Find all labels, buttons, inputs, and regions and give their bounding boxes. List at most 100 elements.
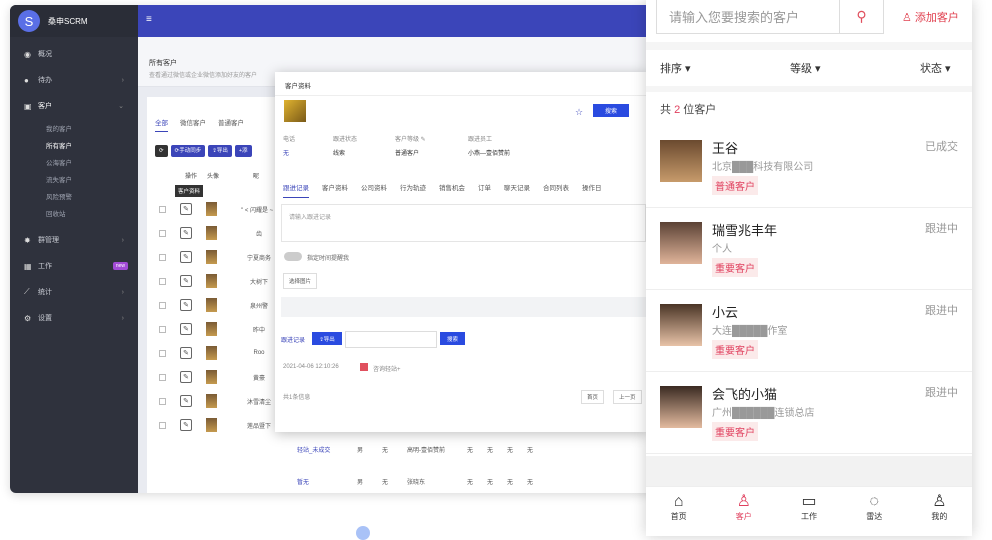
tab-customers[interactable]: ♙ 客户 [711, 487, 776, 536]
prev-page-button[interactable]: 上一页 [613, 390, 642, 404]
nav-work[interactable]: ▦ 工作 new [10, 253, 138, 279]
sync-button[interactable]: ⟳手动同步 [170, 145, 206, 157]
edit-icon[interactable]: ✎ [180, 347, 192, 359]
edit-icon[interactable]: ✎ [180, 323, 192, 335]
cell: 无 [527, 479, 534, 486]
customer-card[interactable]: 会飞的小猫 广州██████连锁总店 重要客户 跟进中 [646, 372, 972, 454]
avatar [206, 226, 217, 240]
nav-stats[interactable]: ⟋ 统计 › [10, 279, 138, 305]
edit-icon[interactable]: ✎ [180, 203, 192, 215]
customer-avatar [660, 222, 702, 264]
tab-all[interactable]: 全部 [155, 120, 168, 132]
export-button[interactable]: ⇪导出 [208, 145, 232, 157]
nav-groups[interactable]: ✸ 群管理 › [10, 227, 138, 253]
tab-normal[interactable]: 普通客户 [218, 120, 244, 127]
reminder-toggle[interactable] [284, 252, 302, 261]
level-field[interactable]: 客户等级 ✎ 普通客户 [395, 134, 426, 157]
nav-customers[interactable]: ▣ 客户 ⌄ [10, 93, 138, 119]
customer-company: 大连█████作室 [712, 326, 788, 337]
logo-icon: S [18, 10, 40, 32]
customer-card[interactable]: 王谷 北京███科技有限公司 普通客户 已成交 [646, 126, 972, 208]
edit-icon[interactable]: ✎ [180, 395, 192, 407]
edit-icon[interactable]: ✎ [180, 275, 192, 287]
edit-icon[interactable]: ✎ [180, 251, 192, 263]
tab-profile[interactable]: ♙ 我的 [907, 487, 972, 536]
star-icon[interactable]: ☆ [575, 107, 583, 118]
search-icon[interactable]: ⚲ [840, 0, 884, 34]
row-checkbox[interactable] [159, 421, 166, 429]
sub-my-customers[interactable]: 我的客户 [10, 119, 138, 136]
nav-todo[interactable]: ● 待办 › [10, 67, 138, 93]
chevron-right-icon: › [121, 236, 124, 244]
tab-home[interactable]: ⌂ 首页 [646, 487, 711, 536]
modal-search2-button[interactable]: 搜索 [440, 332, 465, 345]
nav-overview[interactable]: ◉ 概况 [10, 41, 138, 67]
nav-label: 群管理 [38, 237, 59, 244]
work-icon: ▭ [801, 493, 817, 510]
tab-orders[interactable]: 订单 [478, 182, 491, 198]
tab-follow-records[interactable]: 跟进记录 [283, 182, 309, 198]
add-button[interactable]: +添 [234, 145, 252, 157]
todo-icon: ● [24, 75, 29, 85]
modal-search-button[interactable]: 搜索 [593, 104, 629, 117]
edit-icon[interactable]: ✎ [180, 299, 192, 311]
tab-company[interactable]: 公司资料 [361, 182, 387, 198]
col-nickname: 昵 [253, 174, 260, 180]
sub-risk-alert[interactable]: 风险预警 [10, 187, 138, 204]
menu-toggle-icon[interactable]: ≡ [146, 14, 152, 25]
nav-settings[interactable]: ⚙ 设置 › [10, 305, 138, 331]
record-area [281, 297, 646, 317]
first-page-button[interactable]: 首页 [581, 390, 605, 404]
row-checkbox[interactable] [159, 301, 166, 309]
tab-work[interactable]: ▭ 工作 [776, 487, 841, 536]
refresh-button[interactable]: ⟳ [155, 145, 168, 157]
row-checkbox[interactable] [159, 373, 166, 381]
modal-export-button[interactable]: ⇪导出 [312, 332, 342, 345]
pick-image-button[interactable]: 选择图片 [283, 273, 318, 289]
tab-behavior[interactable]: 行为轨迹 [400, 182, 426, 198]
tab-chat[interactable]: 聊天记录 [504, 182, 530, 198]
tooltip: 客户资料 [175, 185, 204, 197]
tab-logs[interactable]: 操作日 [582, 182, 602, 198]
row-checkbox[interactable] [159, 277, 166, 285]
tab-contracts[interactable]: 合同列表 [543, 182, 569, 198]
tab-opportunity[interactable]: 销售机会 [439, 182, 465, 198]
row-checkbox[interactable] [159, 229, 166, 237]
status-field: 跟进状态 线索 [333, 134, 357, 157]
tab-wechat[interactable]: 微信客户 [180, 120, 206, 127]
row-checkbox[interactable] [159, 205, 166, 213]
add-customer-button[interactable]: ♙ 添加客户 [902, 9, 959, 25]
tab-profile[interactable]: 客户资料 [322, 182, 348, 198]
log-icon [360, 363, 368, 371]
level-filter[interactable]: 等级 ▾ [790, 60, 821, 76]
staff-field: 跟进员工 小燕—壹佰赞前 [468, 134, 510, 157]
tab-radar[interactable]: ◌ 雷达 [842, 487, 907, 536]
avatar [206, 370, 217, 384]
sub-public-customers[interactable]: 公海客户 [10, 153, 138, 170]
sub-recycle-bin[interactable]: 回收站 [10, 204, 138, 221]
search-input[interactable]: 请输入您要搜索的客户 [656, 0, 840, 34]
status-filter[interactable]: 状态 ▾ [920, 60, 951, 76]
row-checkbox[interactable] [159, 397, 166, 405]
customer-card[interactable]: 瑞雪兆丰年 个人 重要客户 跟进中 [646, 208, 972, 290]
carousel-dot[interactable] [356, 526, 370, 540]
customer-level-badge: 重要客户 [712, 422, 758, 441]
cell: 暂无 [297, 479, 310, 486]
edit-icon[interactable]: ✎ [180, 227, 192, 239]
sub-lost-customers[interactable]: 流失客户 [10, 170, 138, 187]
customer-card[interactable]: 小云 大连█████作室 重要客户 跟进中 [646, 290, 972, 372]
customer-status: 跟进中 [925, 387, 958, 399]
row-checkbox[interactable] [159, 349, 166, 357]
follow-input[interactable]: 请输入跟进记录 [281, 204, 646, 242]
avatar [206, 202, 217, 216]
row-checkbox[interactable] [159, 253, 166, 261]
edit-icon[interactable]: ✎ [180, 419, 192, 431]
modal-search-input[interactable] [345, 331, 437, 348]
edit-icon[interactable]: ✎ [180, 371, 192, 383]
nav-label: 设置 [38, 315, 52, 322]
profile-avatar [284, 100, 306, 122]
customer-name: 小云 [712, 305, 739, 320]
sort-filter[interactable]: 排序 ▾ [660, 60, 691, 76]
sub-all-customers[interactable]: 所有客户 [10, 136, 138, 153]
row-checkbox[interactable] [159, 325, 166, 333]
